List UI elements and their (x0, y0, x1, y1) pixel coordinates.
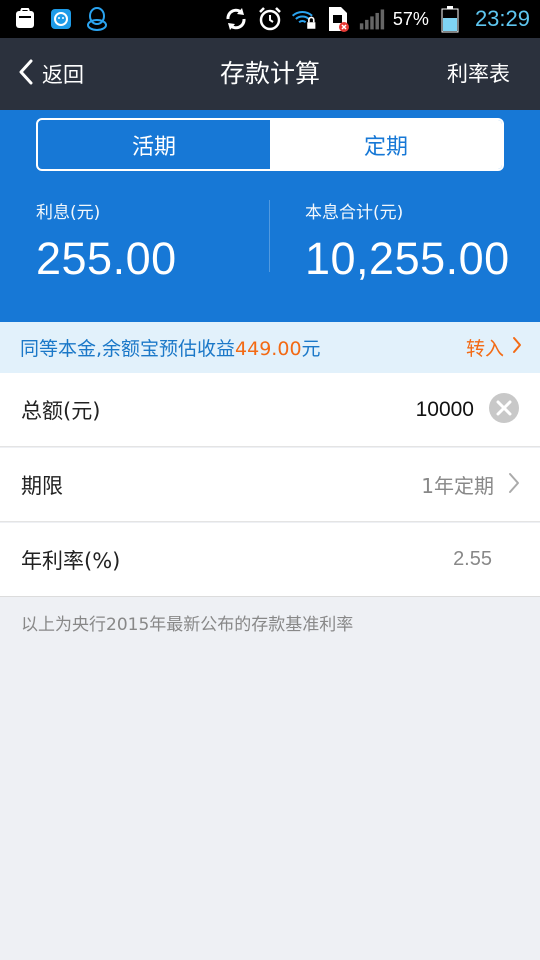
back-button[interactable]: 返回 (18, 38, 84, 110)
yuebao-promo-bar[interactable]: 同等本金,余额宝预估收益449.00元 转入 (0, 322, 540, 373)
interest-value: 255.00 (36, 233, 177, 284)
amount-input[interactable] (314, 397, 474, 422)
deposit-type-segmented-control: 活期 定期 (36, 118, 504, 171)
message-app-icon (48, 6, 74, 32)
nav-bar: 存款计算 返回 利率表 (0, 38, 540, 110)
interest-label: 利息(元) (36, 203, 101, 223)
transfer-in-link[interactable]: 转入 (466, 334, 522, 361)
status-right: 57% 23:29 (223, 6, 530, 33)
amount-label: 总额(元) (21, 398, 101, 423)
promo-text-suffix: 元 (301, 338, 321, 360)
clock: 23:29 (474, 6, 530, 31)
interest-result: 利息(元) 255.00 (36, 198, 177, 285)
transfer-in-label: 转入 (465, 338, 504, 360)
amount-row: 总额(元) (0, 373, 540, 447)
total-label: 本息合计(元) (305, 203, 404, 223)
tab-demand-deposit[interactable]: 活期 (38, 120, 270, 169)
term-value: 1年定期 (421, 474, 494, 498)
wifi-lock-icon (291, 6, 317, 32)
clear-icon[interactable] (488, 392, 520, 428)
signal-bars-icon (359, 6, 385, 32)
rate-footnote: 以上为央行2015年最新公布的存款基准利率 (21, 615, 354, 635)
battery-icon (437, 6, 463, 33)
sync-icon (223, 6, 249, 32)
term-label: 期限 (21, 473, 63, 498)
status-left (12, 6, 110, 32)
chevron-right-icon (512, 336, 522, 359)
rate-value: 2.55 (453, 548, 492, 570)
status-bar: 57% 23:29 (0, 0, 540, 38)
total-value: 10,255.00 (305, 233, 510, 284)
promo-text-prefix: 同等本金,余额宝预估收益 (20, 338, 236, 360)
chevron-left-icon (18, 59, 34, 90)
alarm-icon (257, 6, 283, 32)
store-icon (12, 6, 38, 32)
promo-amount: 449.00 (235, 338, 302, 360)
battery-percent: 57% (392, 8, 429, 29)
chevron-right-icon (508, 472, 520, 498)
back-label: 返回 (42, 63, 84, 87)
amount-row-right (314, 392, 520, 428)
promo-text: 同等本金,余额宝预估收益449.00元 (20, 334, 321, 361)
result-divider (269, 200, 270, 272)
term-row[interactable]: 期限 1年定期 (0, 448, 540, 522)
term-row-right: 1年定期 (421, 470, 520, 499)
qq-penguin-icon (84, 6, 110, 32)
total-result: 本息合计(元) 10,255.00 (305, 198, 510, 285)
rate-row: 年利率(%) 2.55 (0, 523, 540, 597)
results-panel: 活期 定期 利息(元) 255.00 本息合计(元) 10,255.00 (0, 110, 540, 322)
tab-fixed-deposit[interactable]: 定期 (270, 120, 502, 169)
sim-error-icon (325, 6, 351, 32)
rate-table-button[interactable]: 利率表 (447, 38, 510, 110)
rate-label: 年利率(%) (21, 548, 121, 573)
